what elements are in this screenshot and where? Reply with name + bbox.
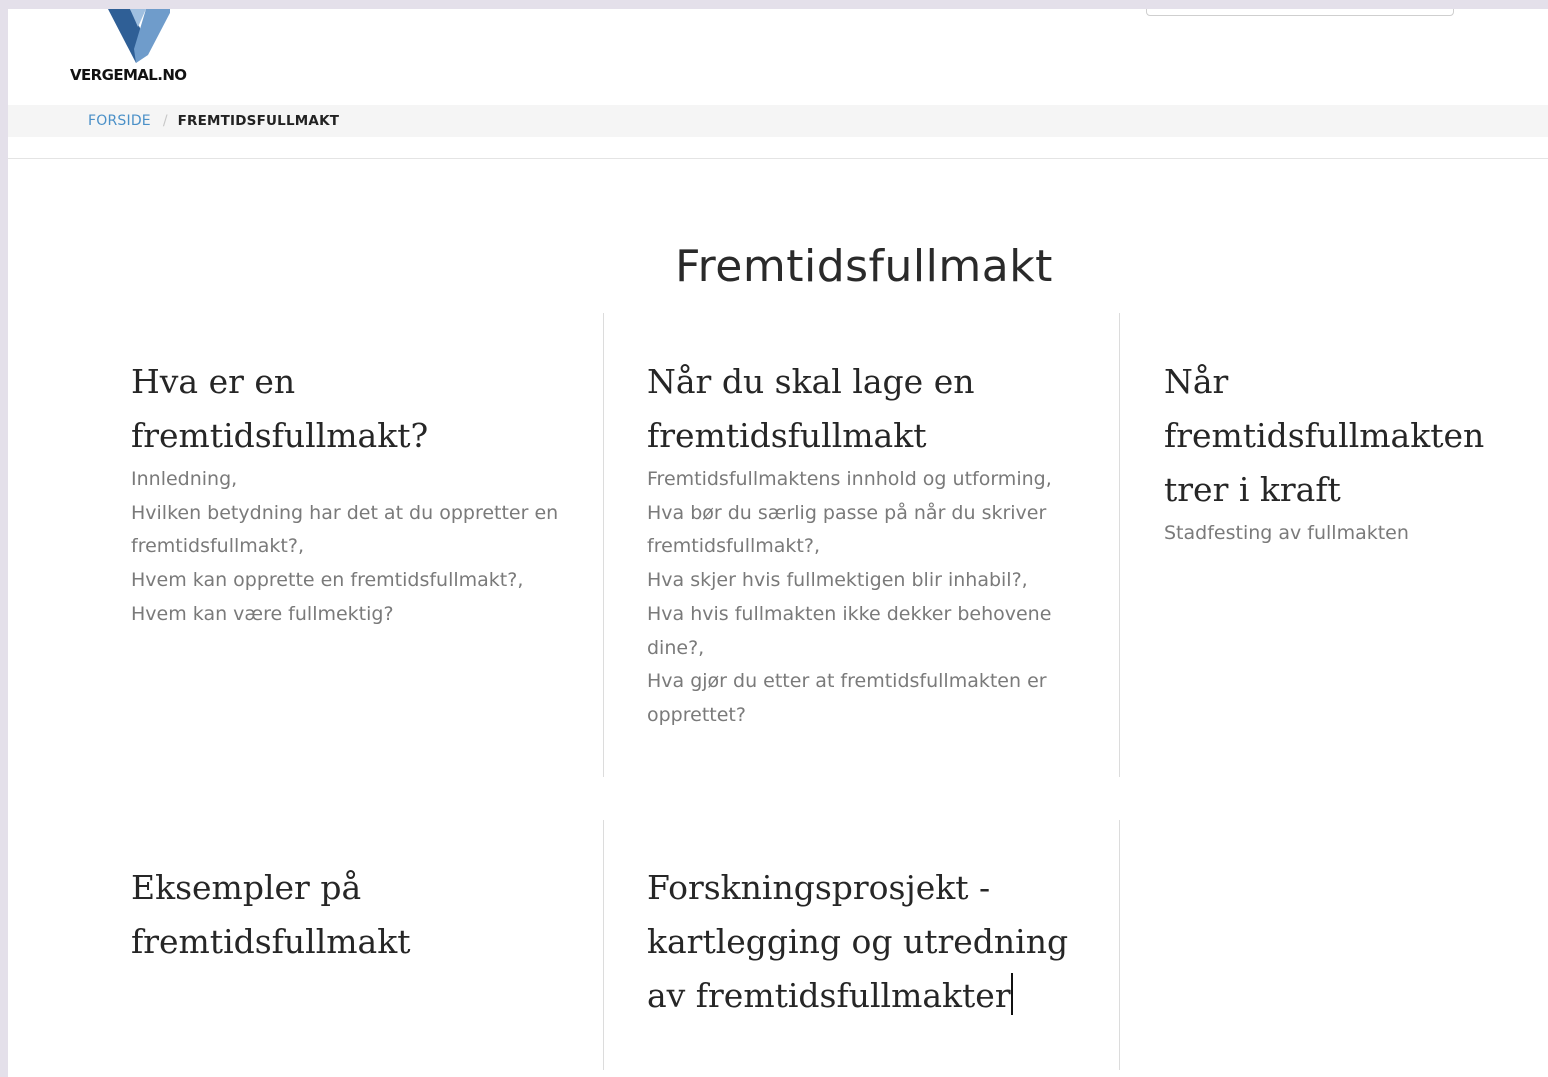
card-link-list: Stadfesting av fullmakten	[1164, 517, 1540, 551]
breadcrumb-home-link[interactable]: FORSIDE	[88, 113, 151, 129]
card-link[interactable]: Hva gjør du etter at fremtidsfullmakten …	[647, 670, 1047, 726]
card-link[interactable]: Hvilken betydning har det at du opprette…	[131, 502, 558, 558]
page-title: Fremtidsfullmakt	[675, 241, 1053, 292]
card-title-text: Forskningsprosjekt - kartlegging og utre…	[647, 868, 1069, 1015]
search-input[interactable]	[1146, 9, 1454, 16]
breadcrumb: FORSIDE / FREMTIDSFULLMAKT	[88, 113, 339, 129]
topic-card: Forskningsprosjekt - kartlegging og utre…	[647, 861, 1077, 1023]
column-divider	[1119, 820, 1120, 1070]
column-divider	[603, 820, 604, 1070]
card-link-list: Fremtidsfullmaktens innhold og utforming…	[647, 463, 1087, 733]
logo-text: VERGEMAL.NO	[70, 66, 187, 84]
page: VERGEMAL.NO FORSIDE / FREMTIDSFULLMAKT Fre…	[8, 9, 1548, 1077]
card-link[interactable]: Hva hvis fullmakten ikke dekker behovene…	[647, 603, 1051, 659]
text-cursor	[1010, 973, 1013, 1015]
card-link[interactable]: Hvem kan være fullmektig?	[131, 603, 394, 625]
topic-card: Når fremtidsfullmakten trer i kraft Stad…	[1164, 355, 1540, 551]
card-link[interactable]: Fremtidsfullmaktens innhold og utforming…	[647, 468, 1052, 490]
card-link-list: Innledning, Hvilken betydning har det at…	[131, 463, 571, 632]
topic-card: Hva er en fremtidsfullmakt? Innledning, …	[131, 355, 571, 632]
card-link[interactable]: Hva bør du særlig passe på når du skrive…	[647, 502, 1046, 558]
card-link[interactable]: Innledning,	[131, 468, 237, 490]
card-link[interactable]: Hvem kan opprette en fremtidsfullmakt?,	[131, 569, 523, 591]
card-title-link[interactable]: Hva er en fremtidsfullmakt?	[131, 355, 571, 463]
site-logo[interactable]: VERGEMAL.NO	[68, 9, 208, 89]
topic-card: Når du skal lage en fremtidsfullmakt Fre…	[647, 355, 1087, 733]
card-title-link[interactable]: Når du skal lage en fremtidsfullmakt	[647, 355, 1087, 463]
breadcrumb-current: FREMTIDSFULLMAKT	[177, 113, 340, 129]
topic-card: Eksempler på fremtidsfullmakt	[131, 861, 461, 969]
header-divider	[8, 158, 1548, 159]
column-divider	[1119, 313, 1120, 777]
breadcrumb-separator: /	[162, 113, 168, 129]
card-title-link[interactable]: Når fremtidsfullmakten trer i kraft	[1164, 355, 1540, 517]
card-link[interactable]: Hva skjer hvis fullmektigen blir inhabil…	[647, 569, 1028, 591]
card-link[interactable]: Stadfesting av fullmakten	[1164, 522, 1409, 544]
logo-ribbon-icon	[108, 9, 170, 63]
breadcrumb-bar: FORSIDE / FREMTIDSFULLMAKT	[8, 105, 1548, 137]
column-divider	[603, 313, 604, 777]
card-title-link[interactable]: Forskningsprosjekt - kartlegging og utre…	[647, 861, 1077, 1023]
card-title-link[interactable]: Eksempler på fremtidsfullmakt	[131, 861, 461, 969]
